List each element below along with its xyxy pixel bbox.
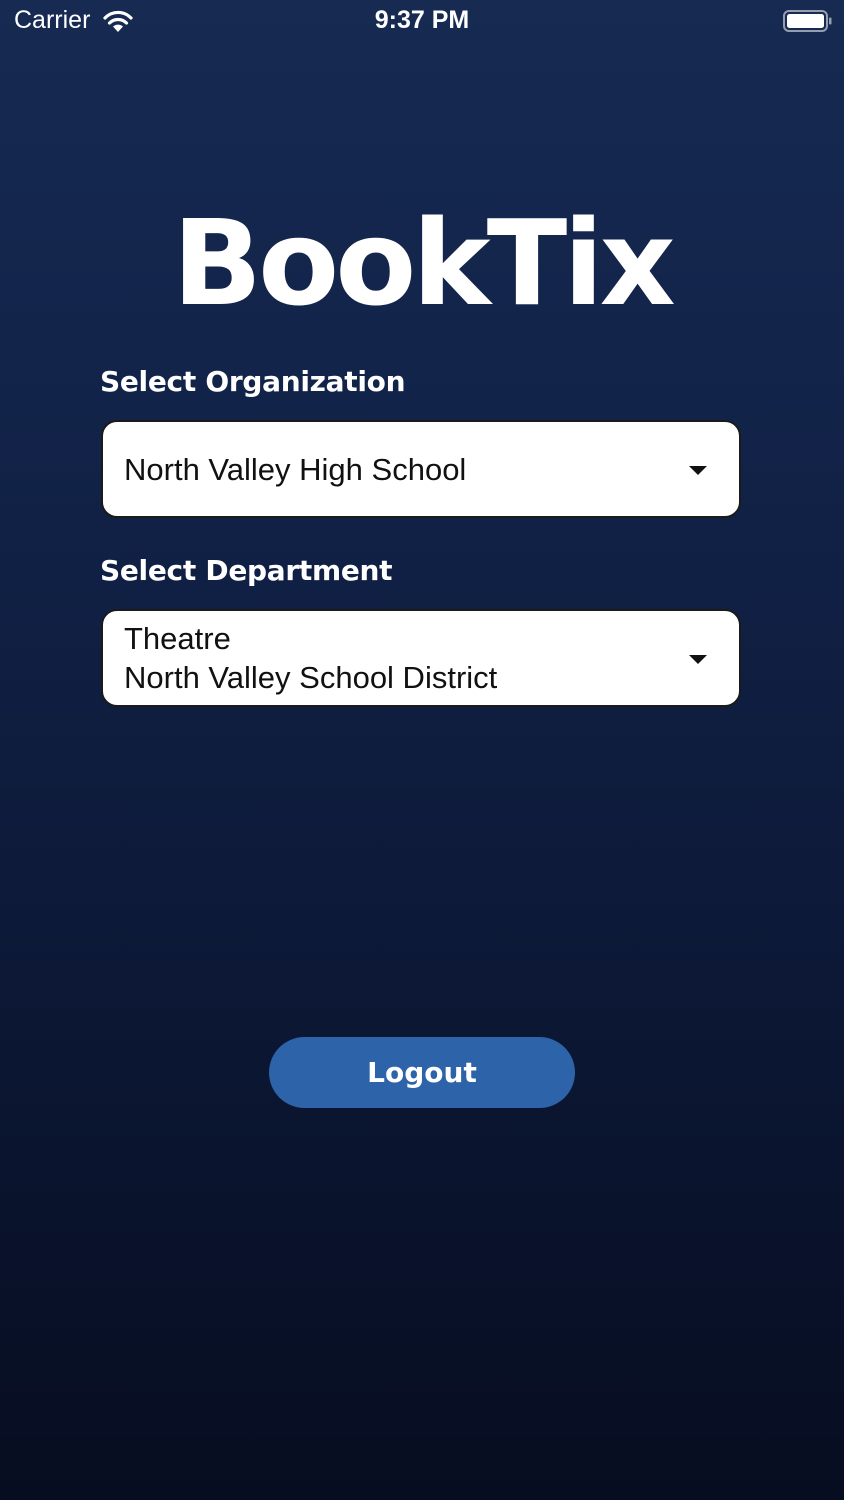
department-selected-name: Theatre — [124, 621, 231, 656]
department-select[interactable]: Theatre North Valley School District — [101, 609, 741, 707]
department-label: Select Department — [100, 554, 393, 587]
logout-button[interactable]: Logout — [269, 1037, 575, 1108]
department-select-value: Theatre North Valley School District — [124, 611, 497, 705]
organization-select[interactable]: North Valley High School — [101, 420, 741, 518]
status-time: 9:37 PM — [374, 6, 470, 34]
organization-label: Select Organization — [100, 365, 406, 398]
organization-select-value: North Valley High School — [124, 422, 466, 516]
caret-down-icon — [689, 466, 707, 475]
department-selected-district: North Valley School District — [124, 660, 498, 695]
caret-down-icon — [689, 655, 707, 664]
organization-selected-text: North Valley High School — [124, 451, 467, 487]
battery-full-icon — [783, 10, 832, 32]
app-logo: BookTix — [172, 194, 676, 332]
status-bar: Carrier 9:37 PM — [0, 0, 844, 44]
